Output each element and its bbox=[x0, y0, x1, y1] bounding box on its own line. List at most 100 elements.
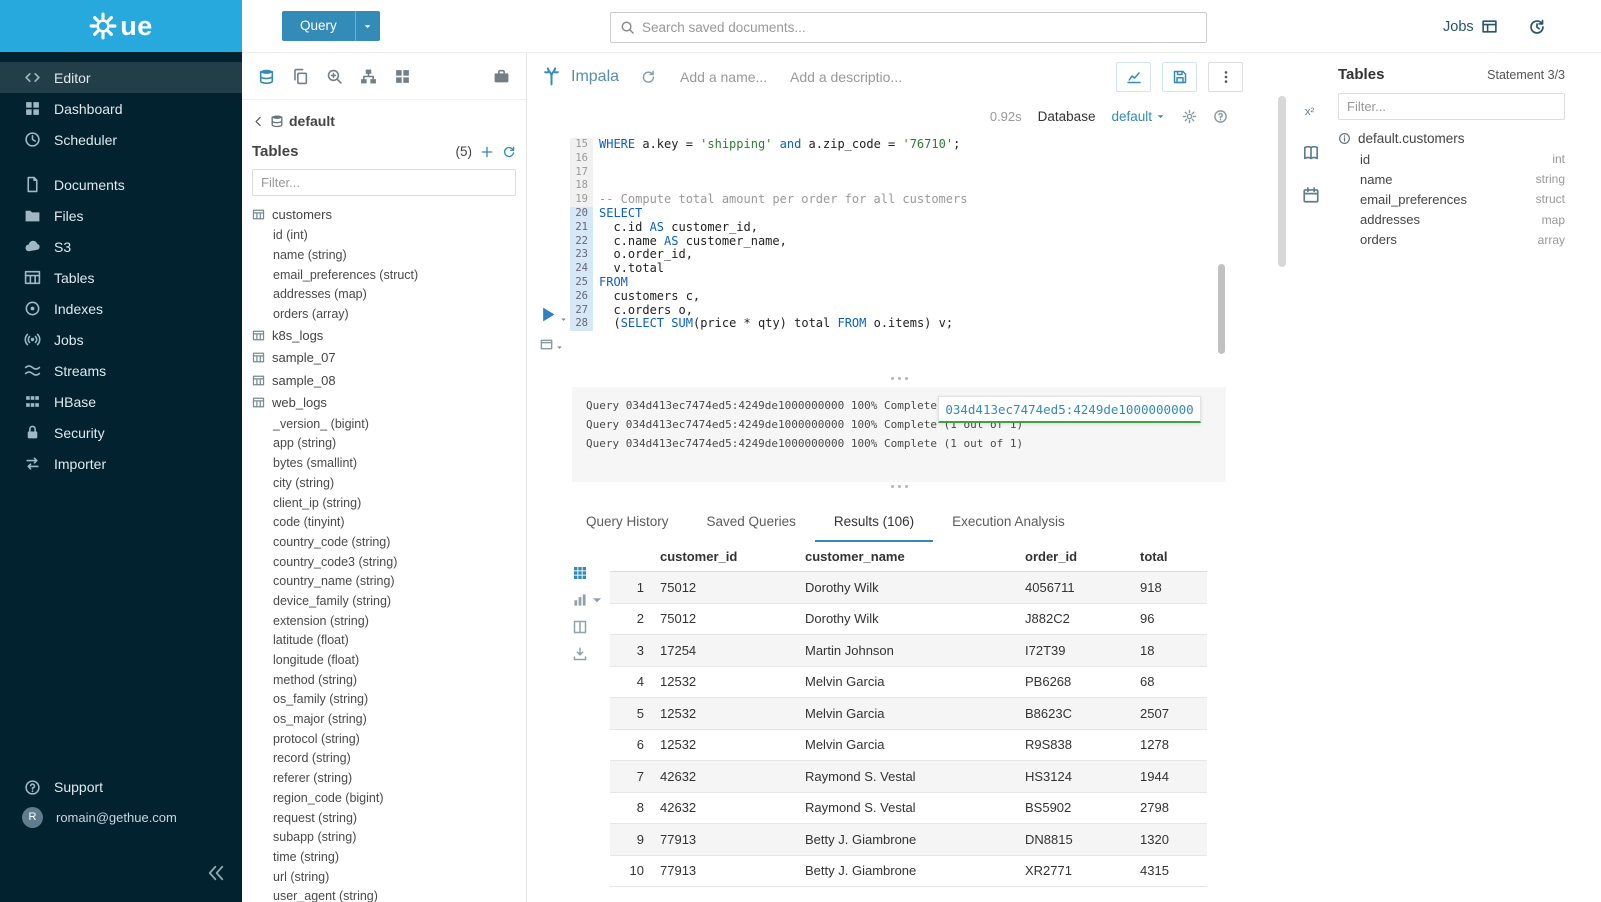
column-item[interactable]: record (string) bbox=[252, 749, 516, 769]
column-item[interactable]: code (tinyint) bbox=[252, 512, 516, 532]
sidebar-item-documents[interactable]: Documents bbox=[0, 169, 242, 200]
sidebar-item-security[interactable]: Security bbox=[0, 417, 242, 448]
functions-icon[interactable]: x² bbox=[1302, 102, 1320, 125]
table-row[interactable]: 742632Raymond S. VestalHS31241944 bbox=[610, 761, 1207, 793]
new-query-dropdown[interactable] bbox=[355, 11, 380, 41]
panel-scrollbar[interactable] bbox=[1278, 96, 1286, 267]
column-item[interactable]: idint bbox=[1338, 149, 1565, 169]
column-item[interactable]: namestring bbox=[1338, 169, 1565, 189]
sidebar-item-indexes[interactable]: Indexes bbox=[0, 293, 242, 324]
collapse-sidebar-button[interactable] bbox=[206, 863, 226, 888]
table-filter[interactable] bbox=[252, 169, 516, 196]
tab-query-history[interactable]: Query History bbox=[567, 505, 688, 542]
column-item[interactable]: country_code (string) bbox=[252, 532, 516, 552]
column-item[interactable]: id (int) bbox=[252, 226, 516, 246]
column-item[interactable]: time (string) bbox=[252, 847, 516, 867]
new-query-button[interactable]: Query bbox=[282, 11, 380, 41]
resize-handle[interactable] bbox=[572, 377, 1226, 380]
table-item[interactable]: customers bbox=[252, 203, 516, 226]
column-item[interactable]: latitude (float) bbox=[252, 631, 516, 651]
schedule-icon[interactable] bbox=[1302, 186, 1320, 209]
column-item[interactable]: orders (array) bbox=[252, 304, 516, 324]
column-item[interactable]: country_name (string) bbox=[252, 571, 516, 591]
editor-scrollbar[interactable] bbox=[1218, 264, 1225, 354]
apps-grid-icon[interactable] bbox=[394, 68, 411, 85]
assist-filter[interactable] bbox=[1338, 93, 1565, 120]
columns-button[interactable] bbox=[572, 619, 605, 635]
column-item[interactable]: region_code (bigint) bbox=[252, 788, 516, 808]
table-row[interactable]: 275012Dorothy WilkJ882C296 bbox=[610, 604, 1207, 636]
sidebar-item-dashboard[interactable]: Dashboard bbox=[0, 93, 242, 124]
sidebar-item-importer[interactable]: Importer bbox=[0, 448, 242, 479]
column-item[interactable]: bytes (smallint) bbox=[252, 453, 516, 473]
sidebar-item-editor[interactable]: Editor bbox=[0, 62, 242, 93]
assist-filter-input[interactable] bbox=[1347, 99, 1556, 114]
column-item[interactable]: url (string) bbox=[252, 867, 516, 887]
column-item[interactable]: email_preferences (struct) bbox=[252, 265, 516, 285]
add-table-icon[interactable] bbox=[480, 145, 494, 159]
table-item[interactable]: sample_07 bbox=[252, 346, 516, 369]
column-item[interactable]: user_agent (string) bbox=[252, 886, 516, 902]
table-item[interactable]: k8s_logs bbox=[252, 324, 516, 347]
table-row[interactable]: 512532Melvin GarciaB8623C2507 bbox=[610, 698, 1207, 730]
breadcrumb-database[interactable]: default bbox=[289, 113, 335, 129]
run-button[interactable] bbox=[539, 305, 568, 324]
table-item[interactable]: sample_08 bbox=[252, 369, 516, 392]
column-item[interactable]: device_family (string) bbox=[252, 591, 516, 611]
help-icon[interactable] bbox=[1213, 109, 1228, 124]
table-row[interactable]: 412532Melvin GarciaPB626868 bbox=[610, 667, 1207, 699]
settings-gear-icon[interactable] bbox=[1182, 109, 1197, 124]
column-item[interactable]: name (string) bbox=[252, 245, 516, 265]
back-chevron-icon[interactable] bbox=[252, 115, 265, 128]
table-row[interactable]: 612532Melvin GarciaR9S8381278 bbox=[610, 730, 1207, 762]
column-item[interactable]: os_family (string) bbox=[252, 690, 516, 710]
table-item[interactable]: web_logs bbox=[252, 391, 516, 414]
chart-button[interactable] bbox=[1116, 62, 1151, 92]
sidebar-item-jobs[interactable]: Jobs bbox=[0, 324, 242, 355]
table-row[interactable]: 977913Betty J. GiambroneDN88151320 bbox=[610, 824, 1207, 856]
sitemap-icon[interactable] bbox=[360, 68, 377, 85]
column-item[interactable]: longitude (float) bbox=[252, 650, 516, 670]
query-history-icon[interactable] bbox=[1528, 18, 1546, 36]
tab-results-106[interactable]: Results (106) bbox=[815, 505, 933, 542]
query-history-small-icon[interactable] bbox=[641, 69, 656, 84]
tab-execution-analysis[interactable]: Execution Analysis bbox=[933, 505, 1084, 542]
table-row[interactable]: 1077913Betty J. GiambroneXR27714315 bbox=[610, 856, 1207, 888]
sidebar-item-scheduler[interactable]: Scheduler bbox=[0, 124, 242, 155]
databases-icon[interactable] bbox=[258, 68, 275, 85]
column-item[interactable]: request (string) bbox=[252, 808, 516, 828]
query-name-input[interactable] bbox=[680, 69, 780, 85]
download-button[interactable] bbox=[572, 646, 605, 662]
job-id-link[interactable]: 034d413ec7474ed5:4249de1000000000 bbox=[938, 396, 1201, 423]
sidebar-item-s3[interactable]: S3 bbox=[0, 231, 242, 262]
tab-saved-queries[interactable]: Saved Queries bbox=[688, 505, 815, 542]
column-item[interactable]: client_ip (string) bbox=[252, 493, 516, 513]
column-item[interactable]: extension (string) bbox=[252, 611, 516, 631]
column-item[interactable]: protocol (string) bbox=[252, 729, 516, 749]
column-item[interactable]: ordersarray bbox=[1338, 230, 1565, 250]
sidebar-item-files[interactable]: Files bbox=[0, 200, 242, 231]
sidebar-item-hbase[interactable]: HBase bbox=[0, 386, 242, 417]
column-item[interactable]: addresses (map) bbox=[252, 285, 516, 305]
documents-copy-icon[interactable] bbox=[292, 68, 309, 85]
sidebar-item-streams[interactable]: Streams bbox=[0, 355, 242, 386]
table-row[interactable]: 842632Raymond S. VestalBS59022798 bbox=[610, 793, 1207, 825]
refresh-icon[interactable] bbox=[502, 145, 516, 159]
engine-label[interactable]: Impala bbox=[571, 68, 619, 86]
chart-view-button[interactable] bbox=[572, 592, 605, 608]
column-item[interactable]: city (string) bbox=[252, 473, 516, 493]
save-button[interactable] bbox=[1162, 62, 1197, 92]
column-item[interactable]: method (string) bbox=[252, 670, 516, 690]
column-item[interactable]: _version_ (bigint) bbox=[252, 414, 516, 434]
code-editor[interactable]: 15WHERE a.key = 'shipping' and a.zip_cod… bbox=[570, 138, 1220, 331]
assist-active-table[interactable]: default.customers bbox=[1338, 131, 1565, 146]
table-row[interactable]: 317254Martin JohnsonI72T3918 bbox=[610, 635, 1207, 667]
more-actions-button[interactable] bbox=[1208, 62, 1243, 92]
sidebar-item-support[interactable]: Support bbox=[0, 772, 242, 802]
editor-settings-button[interactable] bbox=[539, 337, 564, 352]
hue-logo[interactable]: ue bbox=[0, 0, 242, 52]
jobs-link[interactable]: Jobs bbox=[1443, 18, 1498, 35]
database-select[interactable]: default bbox=[1111, 109, 1166, 124]
column-item[interactable]: app (string) bbox=[252, 434, 516, 454]
search-input[interactable] bbox=[642, 20, 1197, 35]
